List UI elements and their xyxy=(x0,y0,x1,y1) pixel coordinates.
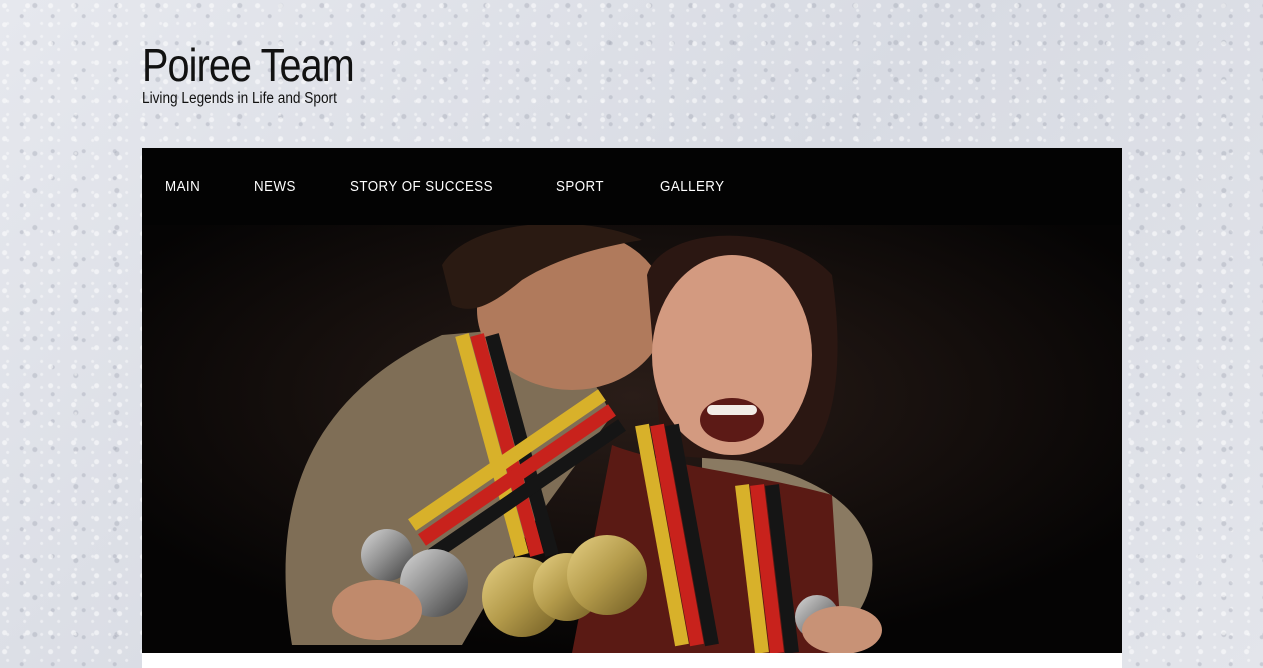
nav-item-sport[interactable]: SPORT xyxy=(556,179,604,195)
content-area-top xyxy=(142,653,1122,668)
hero-photo xyxy=(142,225,1122,653)
nav-item-main[interactable]: MAIN xyxy=(165,179,200,195)
site-header: Poiree Team Living Legends in Life and S… xyxy=(142,38,388,108)
nav-list: MAIN NEWS STORY OF SUCCESS SPORT GALLERY xyxy=(142,148,1122,225)
site-tagline: Living Legends in Life and Sport xyxy=(142,90,337,107)
nav-item-news[interactable]: NEWS xyxy=(254,179,296,195)
nav-item-story-of-success[interactable]: STORY OF SUCCESS xyxy=(350,179,493,195)
nav-item-gallery[interactable]: GALLERY xyxy=(660,179,725,195)
hero-image xyxy=(142,225,1122,653)
site-title[interactable]: Poiree Team xyxy=(142,38,355,92)
main-navigation: MAIN NEWS STORY OF SUCCESS SPORT GALLERY xyxy=(142,148,1122,225)
